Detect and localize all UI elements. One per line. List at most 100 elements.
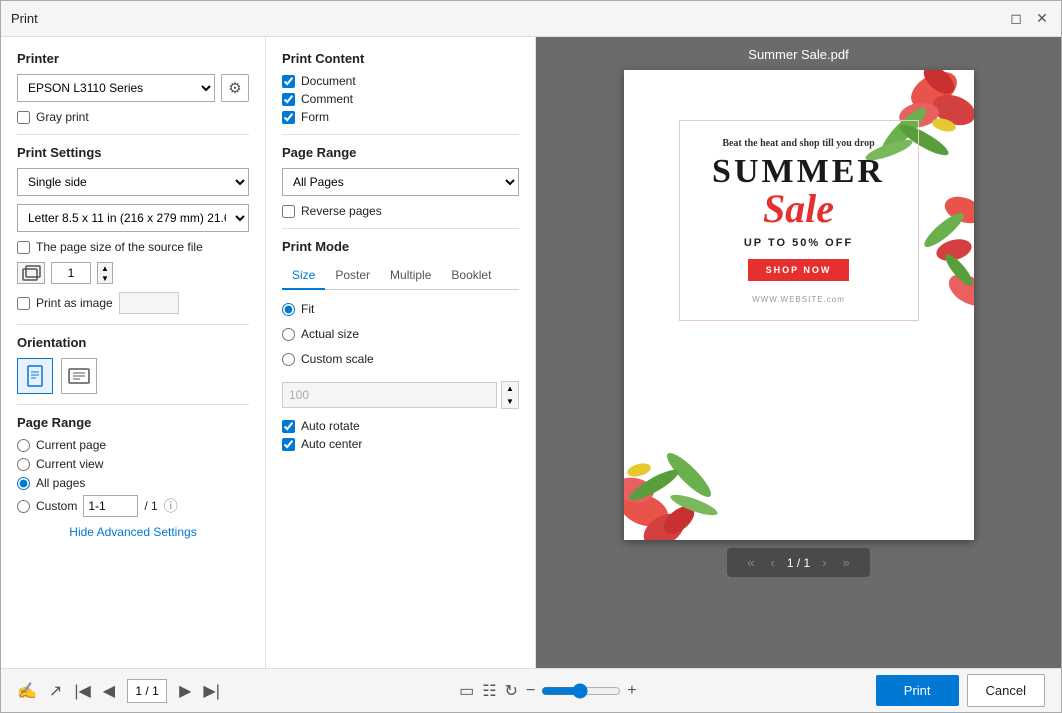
actual-size-row: Actual size	[282, 327, 519, 341]
current-page-radio[interactable]	[17, 439, 30, 452]
auto-center-label: Auto center	[301, 437, 362, 451]
print-as-image-checkbox[interactable]	[17, 297, 30, 310]
zoom-slider[interactable]	[541, 683, 621, 699]
restore-button[interactable]: ◻	[1007, 10, 1025, 28]
form-checkbox[interactable]	[282, 111, 295, 124]
scale-up-button[interactable]: ▲	[502, 382, 518, 395]
hide-advanced-link[interactable]: Hide Advanced Settings	[17, 525, 249, 539]
landscape-button[interactable]	[61, 358, 97, 394]
form-row: Form	[282, 110, 519, 124]
orientation-row	[17, 358, 249, 394]
floral-right-decoration	[914, 150, 974, 350]
dpi-input[interactable]: 300dpi	[119, 292, 179, 314]
portrait-button[interactable]	[17, 358, 53, 394]
print-as-image-label: Print as image	[36, 296, 113, 310]
scale-down-button[interactable]: ▼	[502, 395, 518, 408]
rotate-icon[interactable]: ↻	[505, 681, 518, 701]
custom-scale-label: Custom scale	[301, 352, 374, 366]
print-button[interactable]: Print	[876, 675, 959, 706]
zoom-out-icon[interactable]: −	[526, 682, 535, 700]
auto-center-checkbox[interactable]	[282, 438, 295, 451]
footer-right: Print Cancel	[876, 674, 1045, 707]
next-page-button[interactable]: ›	[818, 553, 830, 572]
side-select[interactable]: Single side	[17, 168, 249, 196]
shop-btn-display: SHOP NOW	[748, 259, 850, 281]
reverse-pages-label: Reverse pages	[301, 204, 382, 218]
fit-label: Fit	[301, 302, 314, 316]
print-content-title: Print Content	[282, 51, 519, 66]
source-file-row: The page size of the source file	[17, 240, 249, 254]
cancel-button[interactable]: Cancel	[967, 674, 1045, 707]
custom-scale-radio[interactable]	[282, 353, 295, 366]
copies-spinners: ▲ ▼	[97, 262, 113, 284]
tab-size[interactable]: Size	[282, 262, 325, 290]
fit-radio[interactable]	[282, 303, 295, 316]
all-pages-radio[interactable]	[17, 477, 30, 490]
actual-size-radio[interactable]	[282, 328, 295, 341]
current-view-row: Current view	[17, 457, 249, 471]
all-pages-label: All pages	[36, 476, 85, 490]
zoom-in-icon[interactable]: +	[627, 682, 636, 700]
grid-view-icon[interactable]: ☷	[482, 681, 496, 701]
current-page-row: Current page	[17, 438, 249, 452]
beat-text: Beat the heat and shop till you drop	[698, 137, 900, 151]
next-page-footer-button[interactable]: ▶	[179, 681, 191, 701]
current-view-label: Current view	[36, 457, 103, 471]
window-title: Print	[11, 11, 38, 26]
tab-multiple[interactable]: Multiple	[380, 262, 441, 290]
view-mode-icon[interactable]: ▭	[459, 681, 474, 701]
scale-input-row: 100 ▲ ▼	[282, 381, 519, 409]
last-page-button[interactable]: »	[839, 553, 854, 572]
hand-tool-icon[interactable]: ✍	[17, 681, 37, 701]
current-view-radio[interactable]	[17, 458, 30, 471]
paper-size-select[interactable]: Letter 8.5 x 11 in (216 x 279 mm) 21.6 x	[17, 204, 249, 232]
footer: ✍ ↗ |◀ ◀ 1 / 1 ▶ ▶| ▭ ☷ ↻ − + Print Canc…	[1, 668, 1061, 712]
custom-radio[interactable]	[17, 500, 30, 513]
page-range-select[interactable]: All Pages	[282, 168, 519, 196]
page-range-left-title: Page Range	[17, 415, 249, 430]
reverse-pages-checkbox[interactable]	[282, 205, 295, 218]
print-settings-title: Print Settings	[17, 145, 249, 160]
close-button[interactable]: ✕	[1033, 10, 1051, 28]
fit-radio-group: Fit Actual size Custom scale	[282, 302, 519, 371]
page-range-middle-title: Page Range	[282, 145, 519, 160]
printer-row: EPSON L3110 Series ⚙	[17, 74, 249, 102]
scale-spinners: ▲ ▼	[501, 381, 519, 409]
website-display: WWW.WEBSITE.com	[698, 295, 900, 304]
copies-up-button[interactable]: ▲	[98, 263, 112, 273]
custom-scale-row: Custom scale	[282, 352, 519, 366]
tab-booklet[interactable]: Booklet	[441, 262, 501, 290]
prev-page-footer-button[interactable]: ◀	[103, 681, 115, 701]
copies-input[interactable]: 1	[51, 262, 91, 284]
auto-rotate-checkbox[interactable]	[282, 420, 295, 433]
tab-poster[interactable]: Poster	[325, 262, 380, 290]
first-page-footer-button[interactable]: |◀	[74, 681, 90, 701]
scale-input[interactable]: 100	[282, 382, 497, 408]
footer-page-input[interactable]: 1 / 1	[127, 679, 167, 703]
comment-checkbox[interactable]	[282, 93, 295, 106]
print-mode-tabs: Size Poster Multiple Booklet	[282, 262, 519, 290]
left-panel: Printer EPSON L3110 Series ⚙ Gray print …	[1, 37, 266, 668]
printer-settings-button[interactable]: ⚙	[221, 74, 249, 102]
custom-range-input[interactable]: 1-1	[83, 495, 138, 517]
copies-down-button[interactable]: ▼	[98, 273, 112, 283]
pdf-preview: Beat the heat and shop till you drop SUM…	[624, 70, 974, 540]
orientation-title: Orientation	[17, 335, 249, 350]
fit-row: Fit	[282, 302, 519, 316]
upto-display: UP TO 50% OFF	[698, 237, 900, 249]
last-page-footer-button[interactable]: ▶|	[203, 681, 219, 701]
printer-select[interactable]: EPSON L3110 Series	[17, 74, 215, 102]
summer-display: SUMMER	[698, 155, 900, 189]
prev-page-button[interactable]: ‹	[766, 553, 778, 572]
custom-label: Custom	[36, 499, 77, 513]
document-checkbox[interactable]	[282, 75, 295, 88]
custom-range-row: Custom 1-1 / 1 ⓘ	[17, 495, 249, 517]
all-pages-row: All pages	[17, 476, 249, 490]
source-file-checkbox[interactable]	[17, 241, 30, 254]
comment-row: Comment	[282, 92, 519, 106]
gray-print-checkbox[interactable]	[17, 111, 30, 124]
first-page-button[interactable]: «	[743, 553, 758, 572]
comment-label: Comment	[301, 92, 353, 106]
select-tool-icon[interactable]: ↗	[49, 681, 62, 701]
auto-rotate-row: Auto rotate	[282, 419, 519, 433]
